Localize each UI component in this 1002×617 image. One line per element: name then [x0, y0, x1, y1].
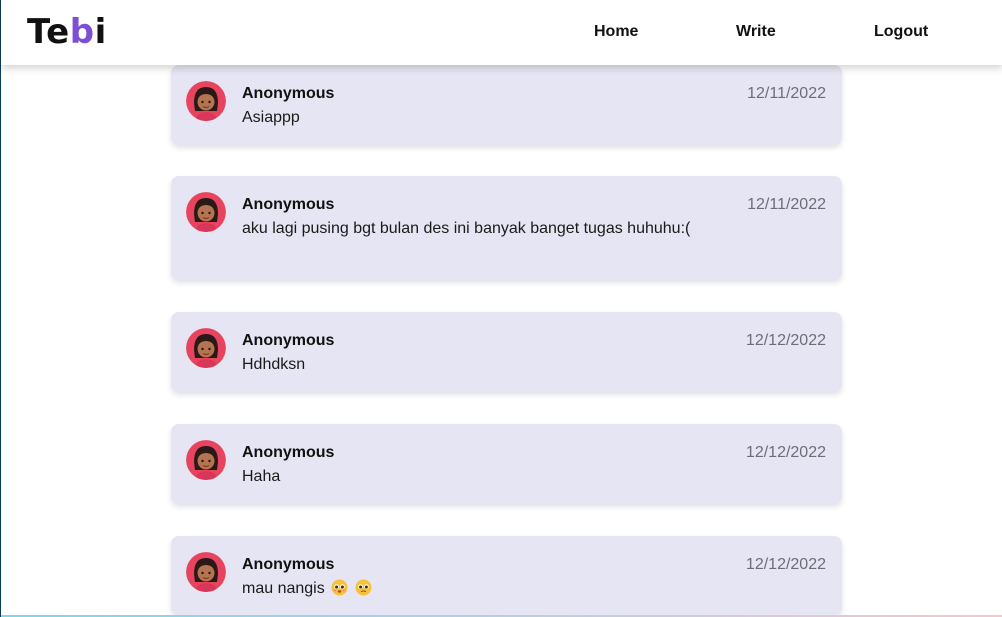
pleading-face-icon: [331, 579, 348, 602]
nav-home-link[interactable]: Home: [594, 22, 638, 42]
avatar: [186, 81, 226, 121]
post-author: Anonymous: [242, 332, 335, 349]
post-feed: Anonymous 12/11/2022 Asiappp Anonymous 1…: [1, 0, 1002, 617]
post-date: 12/11/2022: [747, 85, 826, 102]
post-author: Anonymous: [242, 196, 335, 213]
avatar-icon: [186, 328, 226, 368]
pleading-face-icon: [355, 579, 372, 602]
nav-write-link[interactable]: Write: [736, 22, 776, 42]
post-card: Anonymous 12/12/2022 mau nangis: [171, 536, 842, 615]
logo-text-accent: b: [69, 12, 95, 52]
avatar: [186, 552, 226, 592]
nav-logout-link[interactable]: Logout: [874, 22, 928, 42]
post-message: Haha: [242, 468, 281, 485]
post-author: Anonymous: [242, 85, 335, 102]
avatar: [186, 192, 226, 232]
post-message-text: mau nangis: [242, 580, 325, 597]
logo[interactable]: Tebi: [27, 12, 107, 52]
post-date: 12/12/2022: [745, 556, 826, 573]
post-card: Anonymous 12/12/2022 Hdhdksn: [171, 312, 842, 392]
post-message: aku lagi pusing bgt bulan des ini banyak…: [242, 220, 691, 237]
post-card: Anonymous 12/12/2022 Haha: [171, 424, 842, 504]
post-date: 12/12/2022: [745, 332, 826, 349]
avatar-icon: [186, 192, 226, 232]
avatar: [186, 328, 226, 368]
post-card: Anonymous 12/11/2022 aku lagi pusing bgt…: [171, 176, 842, 280]
avatar: [186, 440, 226, 480]
post-author: Anonymous: [242, 444, 335, 461]
post-author: Anonymous: [242, 556, 335, 573]
avatar-icon: [186, 552, 226, 592]
logo-text-suffix: i: [94, 12, 107, 52]
navbar: Tebi Home Write Logout: [1, 0, 1002, 65]
post-date: 12/12/2022: [745, 444, 826, 461]
avatar-icon: [186, 81, 226, 121]
logo-text-prefix: Te: [27, 12, 70, 52]
post-card: Anonymous 12/11/2022 Asiappp: [171, 65, 842, 145]
post-message: Asiappp: [242, 109, 300, 126]
post-date: 12/11/2022: [747, 196, 826, 213]
post-message: mau nangis: [242, 579, 372, 602]
post-message: Hdhdksn: [242, 356, 306, 373]
avatar-icon: [186, 440, 226, 480]
